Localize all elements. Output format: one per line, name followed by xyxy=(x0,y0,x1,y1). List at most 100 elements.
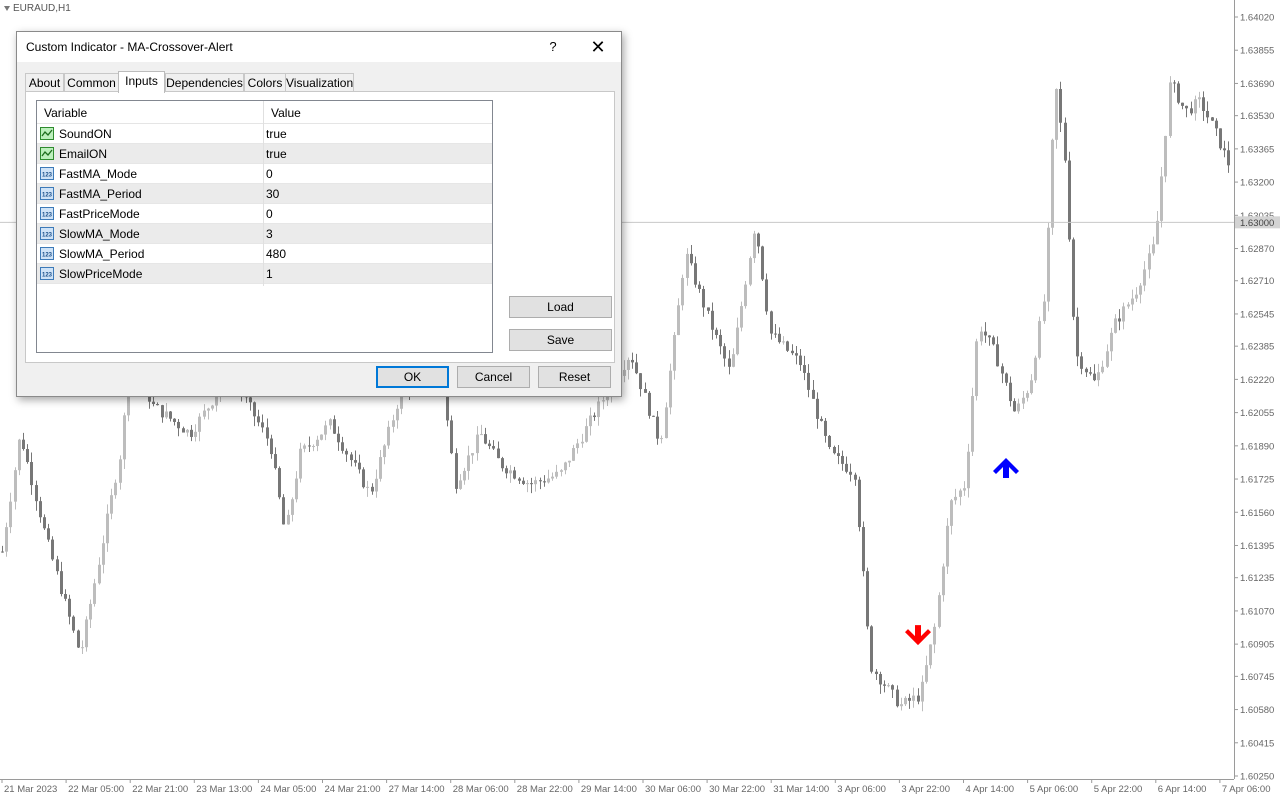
candle-body xyxy=(1118,318,1121,322)
price-tick-label: 1.62870 xyxy=(1240,244,1274,255)
candle-body xyxy=(371,486,374,492)
candle-body xyxy=(975,341,978,397)
candle-body xyxy=(341,442,344,451)
variable-value[interactable]: 3 xyxy=(266,224,273,244)
candle-body xyxy=(900,704,903,707)
close-button[interactable]: ✕ xyxy=(585,35,611,59)
chart-symbol-label[interactable]: EURAUD,H1 xyxy=(4,3,71,14)
ok-button[interactable]: OK xyxy=(376,366,449,388)
candle-body xyxy=(807,372,810,390)
price-tick-label: 1.63200 xyxy=(1240,178,1274,189)
variable-value[interactable]: true xyxy=(266,124,287,144)
variable-value[interactable]: 0 xyxy=(266,164,273,184)
input-row[interactable]: 123 FastMA_Mode 0 xyxy=(37,164,492,184)
candle-body xyxy=(375,478,378,492)
candle-body xyxy=(333,419,336,434)
tab-colors[interactable]: Colors xyxy=(244,73,286,92)
candle-body xyxy=(908,697,911,701)
input-row[interactable]: 123 SlowPriceMode 1 xyxy=(37,264,492,284)
candle-body xyxy=(39,501,42,518)
candle-body xyxy=(917,695,920,702)
candle-body xyxy=(459,480,462,489)
help-button[interactable]: ? xyxy=(542,36,564,58)
candle-body xyxy=(316,439,319,447)
candle-body xyxy=(1127,304,1130,307)
input-row[interactable]: 123 FastPriceMode 0 xyxy=(37,204,492,224)
candle-body xyxy=(1009,382,1012,402)
variable-value[interactable]: 480 xyxy=(266,244,286,264)
candle-body xyxy=(723,346,726,359)
candle-body xyxy=(795,353,798,356)
tab-dependencies[interactable]: Dependencies xyxy=(165,73,244,92)
candle-body xyxy=(522,480,525,484)
tab-visualization[interactable]: Visualization xyxy=(285,73,354,92)
candle-body xyxy=(106,513,109,544)
load-button[interactable]: Load xyxy=(509,296,612,318)
candle-body xyxy=(282,497,285,525)
candle-body xyxy=(1143,269,1146,286)
candle-body xyxy=(1122,306,1125,322)
candle-body xyxy=(1114,318,1117,333)
candle-body xyxy=(1093,373,1096,381)
tab-common[interactable]: Common xyxy=(64,73,119,92)
input-row[interactable]: SoundON true xyxy=(37,124,492,144)
candle-body xyxy=(933,626,936,645)
candle-body xyxy=(929,644,932,666)
candle-body xyxy=(1085,368,1088,373)
candle-body xyxy=(190,429,193,437)
dialog-titlebar[interactable]: Custom Indicator - MA-Crossover-Alert ? … xyxy=(17,32,621,62)
candle-body xyxy=(299,448,302,479)
candle-body xyxy=(984,331,987,336)
tab-about[interactable]: About xyxy=(25,73,64,92)
svg-text:123: 123 xyxy=(42,213,53,219)
variable-name: FastPriceMode xyxy=(59,207,140,221)
candle-body xyxy=(841,455,844,464)
candle-body xyxy=(1001,366,1004,374)
input-row[interactable]: 123 SlowMA_Period 480 xyxy=(37,244,492,264)
variable-value[interactable]: 30 xyxy=(266,184,279,204)
variable-value[interactable]: 0 xyxy=(266,204,273,224)
candle-body xyxy=(47,528,50,540)
price-tick-label: 1.62220 xyxy=(1240,375,1274,386)
candle-body xyxy=(669,370,672,408)
candle-body xyxy=(72,616,75,631)
variable-value[interactable]: 1 xyxy=(266,264,273,284)
candle-body xyxy=(303,445,306,449)
column-header-variable[interactable]: Variable xyxy=(37,101,263,123)
candle-body xyxy=(732,354,735,367)
candle-body xyxy=(43,517,46,529)
time-tick-label: 6 Apr 14:00 xyxy=(1158,784,1207,795)
input-row[interactable]: 123 SlowMA_Mode 3 xyxy=(37,224,492,244)
candle-body xyxy=(98,564,101,584)
candle-body xyxy=(177,421,180,429)
candle-body xyxy=(22,439,25,450)
candle-body xyxy=(1055,88,1058,140)
candle-body xyxy=(845,463,848,472)
candle-body xyxy=(912,695,915,701)
candle-body xyxy=(194,431,197,437)
price-tick-label: 1.60580 xyxy=(1240,705,1274,716)
cancel-button[interactable]: Cancel xyxy=(457,366,530,388)
candle-body xyxy=(543,481,546,483)
current-price-label: 1.63000 xyxy=(1240,218,1274,229)
column-header-value[interactable]: Value xyxy=(264,101,492,123)
inputs-grid[interactable]: Variable Value SoundON true EmailON true 123… xyxy=(36,100,493,353)
candle-body xyxy=(866,571,869,627)
candle-body xyxy=(207,408,210,411)
candle-body xyxy=(1177,83,1180,103)
time-tick-label: 3 Apr 06:00 xyxy=(837,784,886,795)
candle-body xyxy=(1110,332,1113,352)
candle-body xyxy=(110,495,113,514)
candle-body xyxy=(862,527,865,572)
input-row[interactable]: EmailON true xyxy=(37,144,492,164)
candle-body xyxy=(1215,120,1218,129)
input-row[interactable]: 123 FastMA_Period 30 xyxy=(37,184,492,204)
reset-button[interactable]: Reset xyxy=(538,366,611,388)
candle-body xyxy=(954,496,957,501)
variable-value[interactable]: true xyxy=(266,144,287,164)
save-button[interactable]: Save xyxy=(509,329,612,351)
tab-inputs[interactable]: Inputs xyxy=(118,71,165,93)
candle-body xyxy=(1164,135,1167,177)
candle-body xyxy=(362,469,365,488)
candle-body xyxy=(1068,160,1071,240)
